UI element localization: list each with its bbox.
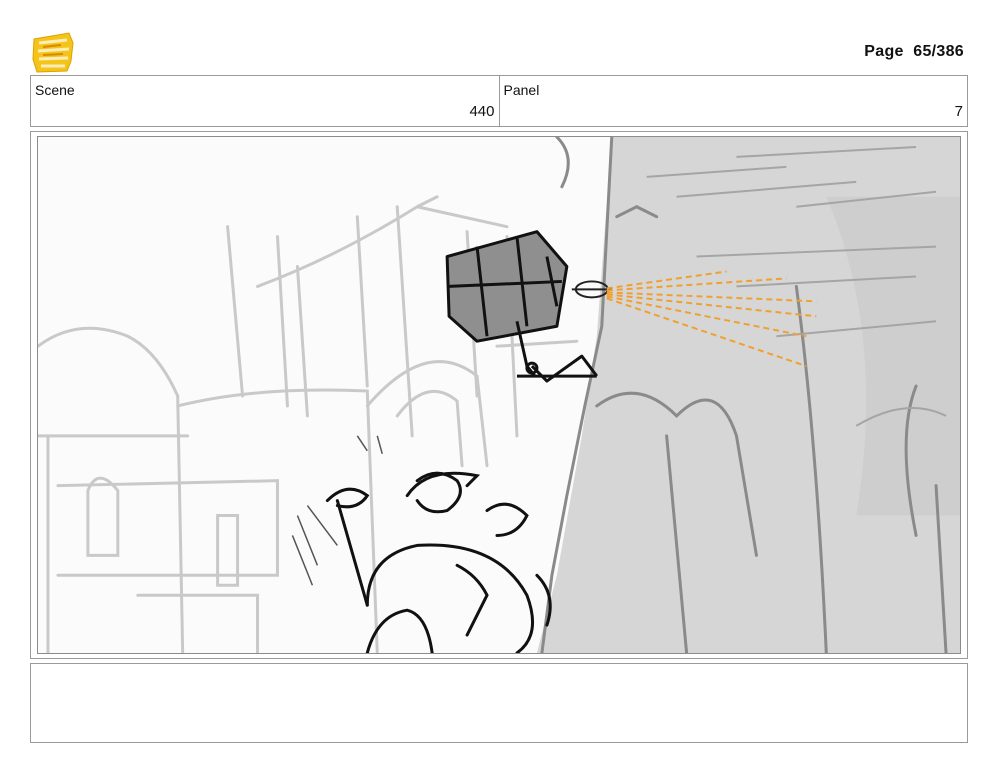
- panel-label: Panel: [503, 82, 540, 98]
- storyboard-panel-frame: [30, 131, 968, 659]
- scene-label: Scene: [35, 82, 75, 98]
- notes-box: [30, 663, 968, 743]
- page-number: Page 65/386: [864, 43, 964, 61]
- storyboard-sketch-image: [37, 136, 961, 654]
- panel-value: 7: [954, 103, 963, 120]
- show-logo-icon: [31, 31, 75, 73]
- page-number-value: 65/386: [913, 43, 964, 60]
- scene-cell: Scene 440: [31, 76, 499, 126]
- scene-panel-row: Scene 440 Panel 7: [30, 75, 968, 127]
- panel-cell: Panel 7: [498, 76, 968, 126]
- scene-value: 440: [469, 103, 495, 120]
- page-label: Page: [864, 43, 904, 60]
